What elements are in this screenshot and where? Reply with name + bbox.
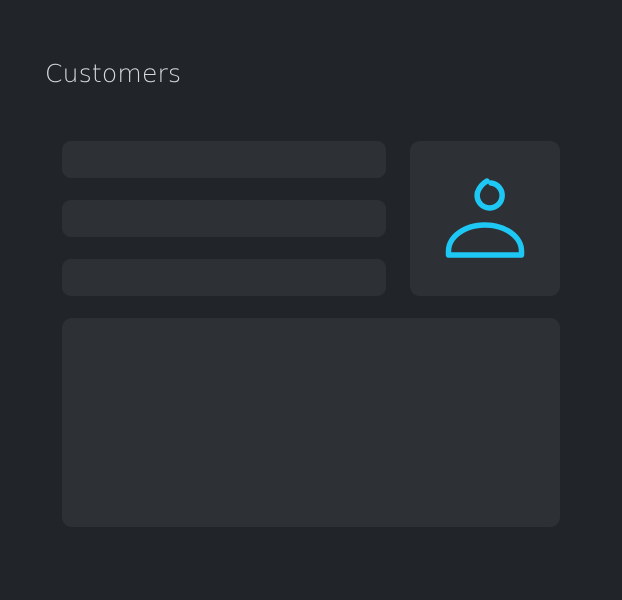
customer-field-2[interactable] — [62, 200, 386, 237]
notes-panel — [62, 318, 560, 527]
user-avatar-icon — [445, 178, 525, 258]
avatar-card[interactable] — [410, 141, 560, 296]
customer-field-1[interactable] — [62, 141, 386, 178]
customer-field-3[interactable] — [62, 259, 386, 296]
page-title: Customers — [45, 59, 182, 88]
